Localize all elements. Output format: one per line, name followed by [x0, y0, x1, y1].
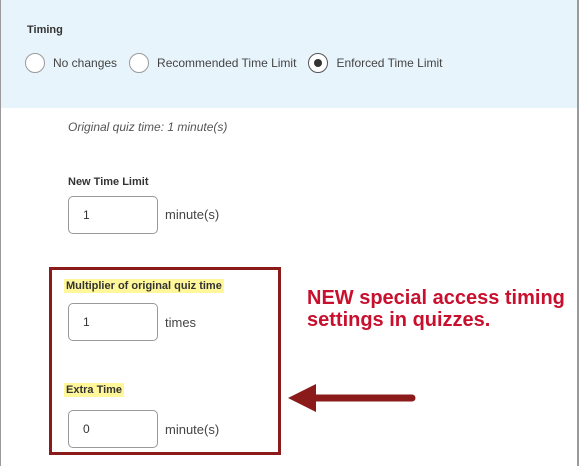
arrow-icon: [288, 384, 416, 412]
extra-time-input[interactable]: [68, 410, 158, 448]
new-time-limit-unit: minute(s): [165, 207, 220, 222]
multiplier-unit: times: [165, 315, 197, 330]
radio-button-no-changes[interactable]: [25, 53, 45, 73]
multiplier-label: Multiplier of original quiz time: [64, 279, 224, 293]
radio-option-enforced-time-limit[interactable]: Enforced Time Limit: [308, 53, 442, 73]
radio-button-enforced-time-limit[interactable]: [308, 53, 329, 73]
radio-option-no-changes[interactable]: No changes: [25, 53, 117, 73]
radio-option-recommended-time-limit[interactable]: Recommended Time Limit: [129, 53, 296, 73]
timing-radio-group: No changes Recommended Time Limit Enforc…: [25, 50, 454, 76]
annotation-text: NEW special access timing settings in qu…: [307, 287, 565, 331]
timing-panel: Timing No changes Recommended Time Limit…: [1, 0, 577, 108]
new-time-limit-label: New Time Limit: [68, 176, 149, 188]
new-time-limit-input[interactable]: [68, 196, 158, 234]
multiplier-input[interactable]: [68, 303, 158, 341]
radio-label-recommended-time-limit: Recommended Time Limit: [157, 56, 297, 70]
extra-time-label: Extra Time: [64, 383, 125, 397]
radio-label-enforced-time-limit: Enforced Time Limit: [336, 56, 443, 70]
timing-label: Timing: [27, 24, 63, 36]
radio-label-no-changes: No changes: [53, 56, 118, 70]
extra-time-unit: minute(s): [165, 422, 220, 437]
original-quiz-time-text: Original quiz time: 1 minute(s): [68, 120, 228, 134]
radio-button-recommended-time-limit[interactable]: [129, 53, 150, 73]
